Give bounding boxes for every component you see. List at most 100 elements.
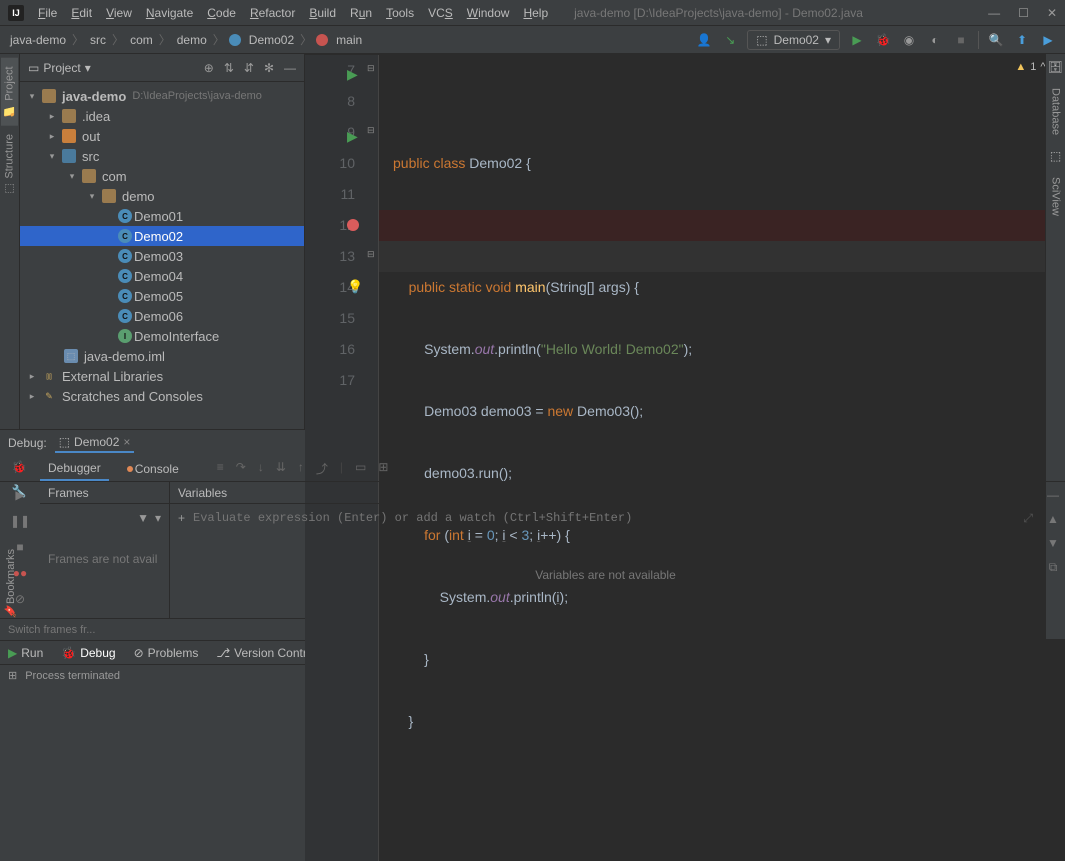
collapse-all-icon[interactable]: ⇵: [244, 61, 254, 75]
breakpoint-icon[interactable]: [347, 219, 359, 231]
build-icon[interactable]: ↘: [721, 31, 739, 49]
maximize-button[interactable]: ☐: [1018, 6, 1029, 20]
evaluate-icon[interactable]: ▭: [355, 460, 366, 477]
tree-class[interactable]: CDemo03: [20, 246, 304, 266]
run-button[interactable]: ▶: [848, 31, 866, 49]
bc-demo[interactable]: demo: [175, 33, 209, 47]
step-into-icon[interactable]: ↓: [258, 460, 264, 477]
tree-src[interactable]: ▾src: [20, 146, 304, 166]
tree-class[interactable]: CDemo06: [20, 306, 304, 326]
evaluate-input[interactable]: [193, 511, 1015, 525]
menu-code[interactable]: Code: [201, 4, 242, 22]
down-icon[interactable]: ▼: [1047, 536, 1059, 550]
sciview-icon[interactable]: ⬚: [1050, 149, 1061, 163]
sidetab-sciview[interactable]: SciView: [1048, 171, 1064, 222]
update-icon[interactable]: ⬆: [1013, 31, 1031, 49]
bc-com[interactable]: com: [128, 33, 155, 47]
trace-icon[interactable]: ⊞: [378, 460, 388, 477]
run-config-icon: ⬚: [756, 33, 767, 47]
run-config-selector[interactable]: ⬚ Demo02 ▾: [747, 30, 840, 50]
minimize-button[interactable]: —: [988, 6, 1000, 20]
tree-class[interactable]: CDemo05: [20, 286, 304, 306]
tree-interface[interactable]: IDemoInterface: [20, 326, 304, 346]
force-step-icon[interactable]: ⇊: [276, 460, 286, 477]
frames-title: Frames: [40, 482, 169, 504]
sidetab-database[interactable]: Database: [1048, 82, 1064, 141]
rerun-icon[interactable]: 🐞: [12, 460, 27, 474]
database-icon[interactable]: 🗄: [1048, 60, 1063, 74]
close-icon[interactable]: ×: [123, 435, 130, 449]
bc-class[interactable]: Demo02: [247, 33, 296, 47]
run-gutter-icon[interactable]: ▶: [347, 121, 358, 152]
step-out-icon[interactable]: ↑: [298, 460, 304, 477]
menu-run[interactable]: Run: [344, 4, 378, 22]
new-watch-icon[interactable]: —: [1047, 488, 1059, 502]
tree-root[interactable]: ▾ java-demo D:\IdeaProjects\java-demo: [20, 86, 304, 106]
tree-demo[interactable]: ▾demo: [20, 186, 304, 206]
tree-scratches[interactable]: ▸✎Scratches and Consoles: [20, 386, 304, 406]
main-menu: File Edit View Navigate Code Refactor Bu…: [32, 4, 554, 22]
run-gutter-icon[interactable]: ▶: [347, 59, 358, 90]
filter-icon[interactable]: ▼: [137, 511, 149, 525]
close-button[interactable]: ✕: [1047, 6, 1057, 20]
bt-debug[interactable]: 🐞Debug: [61, 646, 115, 660]
bc-project[interactable]: java-demo: [8, 33, 68, 47]
menu-tools[interactable]: Tools: [380, 4, 420, 22]
app-logo: IJ: [8, 5, 24, 21]
tree-idea[interactable]: ▸.idea: [20, 106, 304, 126]
step-icon[interactable]: ≡: [217, 460, 224, 477]
tree-out[interactable]: ▸out: [20, 126, 304, 146]
menu-refactor[interactable]: Refactor: [244, 4, 301, 22]
menu-view[interactable]: View: [100, 4, 138, 22]
menu-navigate[interactable]: Navigate: [140, 4, 199, 22]
coverage-button[interactable]: ◉: [900, 31, 918, 49]
step-over-icon[interactable]: ↷: [236, 460, 246, 477]
intention-bulb-icon[interactable]: 💡: [347, 279, 363, 295]
sidetab-structure[interactable]: ⬚Structure: [1, 126, 18, 204]
pause-icon[interactable]: ❚❚: [10, 514, 30, 528]
ide-settings-icon[interactable]: ▶: [1039, 31, 1057, 49]
settings-icon[interactable]: ✻: [264, 61, 274, 75]
bc-src[interactable]: src: [88, 33, 108, 47]
console-tab[interactable]: Console: [119, 458, 187, 480]
bt-problems[interactable]: ⊘Problems: [134, 646, 199, 660]
tree-com[interactable]: ▾com: [20, 166, 304, 186]
expand-all-icon[interactable]: ⇅: [224, 61, 234, 75]
bc-method[interactable]: main: [334, 33, 364, 47]
tree-iml[interactable]: ⬚java-demo.iml: [20, 346, 304, 366]
tree-class[interactable]: CDemo04: [20, 266, 304, 286]
tree-external[interactable]: ▸⫾⫾External Libraries: [20, 366, 304, 386]
sidetab-bookmarks[interactable]: 🔖Bookmarks: [2, 541, 19, 625]
add-watch-icon[interactable]: +: [178, 511, 185, 525]
tree-class[interactable]: CDemo02: [20, 226, 304, 246]
menu-edit[interactable]: Edit: [65, 4, 98, 22]
hide-icon[interactable]: —: [284, 61, 296, 75]
menu-window[interactable]: Window: [461, 4, 516, 22]
bt-vcs[interactable]: ⎇Version Control: [216, 646, 316, 660]
up-icon[interactable]: ▲: [1047, 512, 1059, 526]
chevron-down-icon[interactable]: ▾: [85, 61, 91, 75]
menu-vcs[interactable]: VCS: [422, 4, 459, 22]
copy-icon[interactable]: ⧉: [1049, 560, 1058, 575]
add-user-icon[interactable]: 👤: [695, 31, 713, 49]
menu-help[interactable]: Help: [517, 4, 554, 22]
chevron-down-icon[interactable]: ▾: [155, 511, 161, 525]
expand-icon[interactable]: ⤢: [1023, 511, 1033, 526]
menu-file[interactable]: File: [32, 4, 63, 22]
bt-run[interactable]: ▶Run: [8, 646, 43, 660]
tree-class[interactable]: CDemo01: [20, 206, 304, 226]
drop-frame-icon[interactable]: ⤴: [316, 460, 328, 477]
search-icon[interactable]: 🔍: [987, 31, 1005, 49]
menu-build[interactable]: Build: [303, 4, 342, 22]
profile-button[interactable]: ◐: [926, 31, 944, 49]
resume-icon[interactable]: ▶: [15, 488, 24, 502]
debug-button[interactable]: 🐞: [874, 31, 892, 49]
class-icon: [229, 34, 241, 46]
project-view-title[interactable]: Project: [43, 61, 80, 75]
debug-config[interactable]: Demo02: [74, 435, 119, 449]
debugger-tab[interactable]: Debugger: [40, 457, 109, 481]
stop-button[interactable]: ■: [952, 31, 970, 49]
select-opened-icon[interactable]: ⊕: [204, 61, 214, 75]
sidetab-project[interactable]: 📁Project: [1, 58, 18, 126]
warning-icon: ▲: [1015, 61, 1026, 73]
